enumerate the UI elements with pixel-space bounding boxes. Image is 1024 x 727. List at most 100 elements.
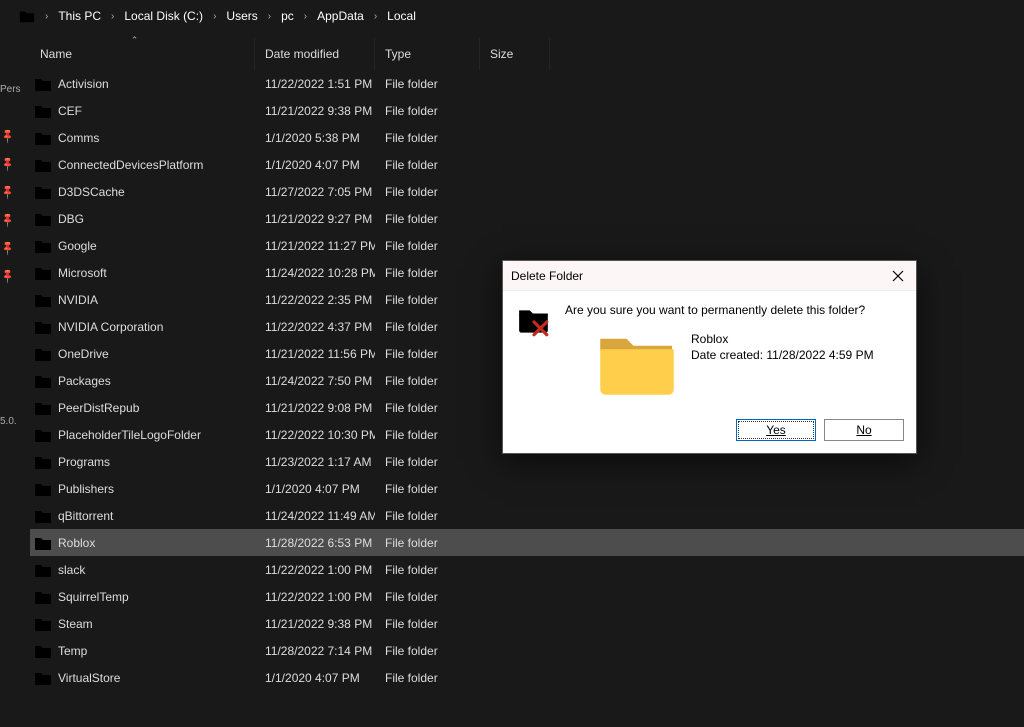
cell-date: 11/22/2022 4:37 PM <box>255 320 375 334</box>
column-label: Size <box>490 47 513 61</box>
cell-name: VirtualStore <box>30 671 255 685</box>
cell-date: 11/22/2022 1:51 PM <box>255 77 375 91</box>
table-row[interactable]: slack11/22/2022 1:00 PMFile folder <box>30 556 1024 583</box>
breadcrumb-seg[interactable]: Local Disk (C:) <box>122 7 205 25</box>
column-type[interactable]: Type <box>375 38 480 70</box>
sort-asc-icon: ⌃ <box>131 35 139 46</box>
folder-icon <box>34 185 52 199</box>
cell-type: File folder <box>375 374 480 388</box>
cell-type: File folder <box>375 536 480 550</box>
folder-icon <box>34 428 52 442</box>
breadcrumb-seg[interactable]: pc <box>279 7 296 25</box>
folder-icon <box>34 374 52 388</box>
cell-date: 11/22/2022 2:35 PM <box>255 293 375 307</box>
button-label: No <box>856 423 871 437</box>
cell-type: File folder <box>375 617 480 631</box>
cell-name: slack <box>30 563 255 577</box>
cell-type: File folder <box>375 509 480 523</box>
dialog-item-name: Roblox <box>691 331 874 347</box>
breadcrumb-seg[interactable]: This PC <box>56 7 103 25</box>
file-name: Temp <box>58 644 87 658</box>
cell-name: Publishers <box>30 482 255 496</box>
cell-type: File folder <box>375 644 480 658</box>
cell-name: Steam <box>30 617 255 631</box>
cell-name: Google <box>30 239 255 253</box>
folder-icon <box>34 455 52 469</box>
no-button[interactable]: No <box>824 419 904 441</box>
table-row[interactable]: Steam11/21/2022 9:38 PMFile folder <box>30 610 1024 637</box>
column-label: Date modified <box>265 47 339 61</box>
table-row[interactable]: Google11/21/2022 11:27 PMFile folder <box>30 232 1024 259</box>
cell-type: File folder <box>375 347 480 361</box>
chevron-right-icon[interactable]: › <box>209 11 220 22</box>
close-button[interactable] <box>888 266 908 286</box>
file-name: Programs <box>58 455 110 469</box>
cell-type: File folder <box>375 77 480 91</box>
cell-name: OneDrive <box>30 347 255 361</box>
cell-name: CEF <box>30 104 255 118</box>
table-row[interactable]: ConnectedDevicesPlatform1/1/2020 4:07 PM… <box>30 151 1024 178</box>
cell-date: 11/28/2022 7:14 PM <box>255 644 375 658</box>
file-name: NVIDIA Corporation <box>58 320 163 334</box>
cell-type: File folder <box>375 266 480 280</box>
chevron-right-icon[interactable]: › <box>107 11 118 22</box>
chevron-right-icon[interactable]: › <box>300 11 311 22</box>
pin-icon: 📌 <box>0 214 14 228</box>
dialog-item-meta: Date created: 11/28/2022 4:59 PM <box>691 347 874 363</box>
chevron-right-icon[interactable]: › <box>370 11 381 22</box>
cell-type: File folder <box>375 455 480 469</box>
cell-name: PlaceholderTileLogoFolder <box>30 428 255 442</box>
cell-type: File folder <box>375 104 480 118</box>
folder-icon <box>34 104 52 118</box>
cell-type: File folder <box>375 239 480 253</box>
table-row[interactable]: Publishers1/1/2020 4:07 PMFile folder <box>30 475 1024 502</box>
pin-icon: 📌 <box>0 186 14 200</box>
file-name: VirtualStore <box>58 671 120 685</box>
folder-icon <box>34 266 52 280</box>
cell-date: 1/1/2020 5:38 PM <box>255 131 375 145</box>
breadcrumb-seg[interactable]: AppData <box>315 7 366 25</box>
table-row[interactable]: Activision11/22/2022 1:51 PMFile folder <box>30 70 1024 97</box>
chevron-right-icon[interactable]: › <box>264 11 275 22</box>
button-label: Yes <box>766 423 786 437</box>
breadcrumb[interactable]: › This PC › Local Disk (C:) › Users › pc… <box>15 0 1024 32</box>
folder-icon <box>34 671 52 685</box>
yes-button[interactable]: Yes <box>736 419 816 441</box>
breadcrumb-seg[interactable]: Users <box>224 7 259 25</box>
breadcrumb-seg[interactable]: Local <box>385 7 418 25</box>
table-row[interactable]: VirtualStore1/1/2020 4:07 PMFile folder <box>30 664 1024 691</box>
dialog-titlebar[interactable]: Delete Folder <box>503 261 916 291</box>
table-row[interactable]: DBG11/21/2022 9:27 PMFile folder <box>30 205 1024 232</box>
cell-name: Microsoft <box>30 266 255 280</box>
table-row[interactable]: SquirrelTemp11/22/2022 1:00 PMFile folde… <box>30 583 1024 610</box>
chevron-right-icon[interactable]: › <box>41 11 52 22</box>
cell-date: 11/21/2022 9:38 PM <box>255 617 375 631</box>
table-row[interactable]: Temp 11/28/2022 7:14 PMFile folder <box>30 637 1024 664</box>
left-label: Pers <box>0 84 21 95</box>
file-name: DBG <box>58 212 84 226</box>
table-row[interactable]: D3DSCache11/27/2022 7:05 PMFile folder <box>30 178 1024 205</box>
folder-icon <box>34 320 52 334</box>
table-row[interactable]: CEF11/21/2022 9:38 PMFile folder <box>30 97 1024 124</box>
cell-date: 11/22/2022 1:00 PM <box>255 590 375 604</box>
cell-date: 1/1/2020 4:07 PM <box>255 158 375 172</box>
file-name: D3DSCache <box>58 185 125 199</box>
table-row[interactable]: Comms1/1/2020 5:38 PMFile folder <box>30 124 1024 151</box>
table-row[interactable]: qBittorrent11/24/2022 11:49 AMFile folde… <box>30 502 1024 529</box>
folder-icon <box>34 401 52 415</box>
folder-icon <box>34 509 52 523</box>
table-row[interactable]: Roblox11/28/2022 6:53 PMFile folder <box>30 529 1024 556</box>
column-date[interactable]: Date modified <box>255 38 375 70</box>
column-label: Type <box>385 47 411 61</box>
cell-type: File folder <box>375 320 480 334</box>
pin-icon: 📌 <box>0 270 14 284</box>
column-name[interactable]: ⌃ Name <box>15 38 255 70</box>
folder-icon <box>34 239 52 253</box>
pin-icon: 📌 <box>0 242 14 256</box>
column-size[interactable]: Size <box>480 38 550 70</box>
folder-icon <box>34 131 52 145</box>
cell-type: File folder <box>375 563 480 577</box>
folder-icon <box>34 617 52 631</box>
cell-type: File folder <box>375 293 480 307</box>
cell-type: File folder <box>375 428 480 442</box>
